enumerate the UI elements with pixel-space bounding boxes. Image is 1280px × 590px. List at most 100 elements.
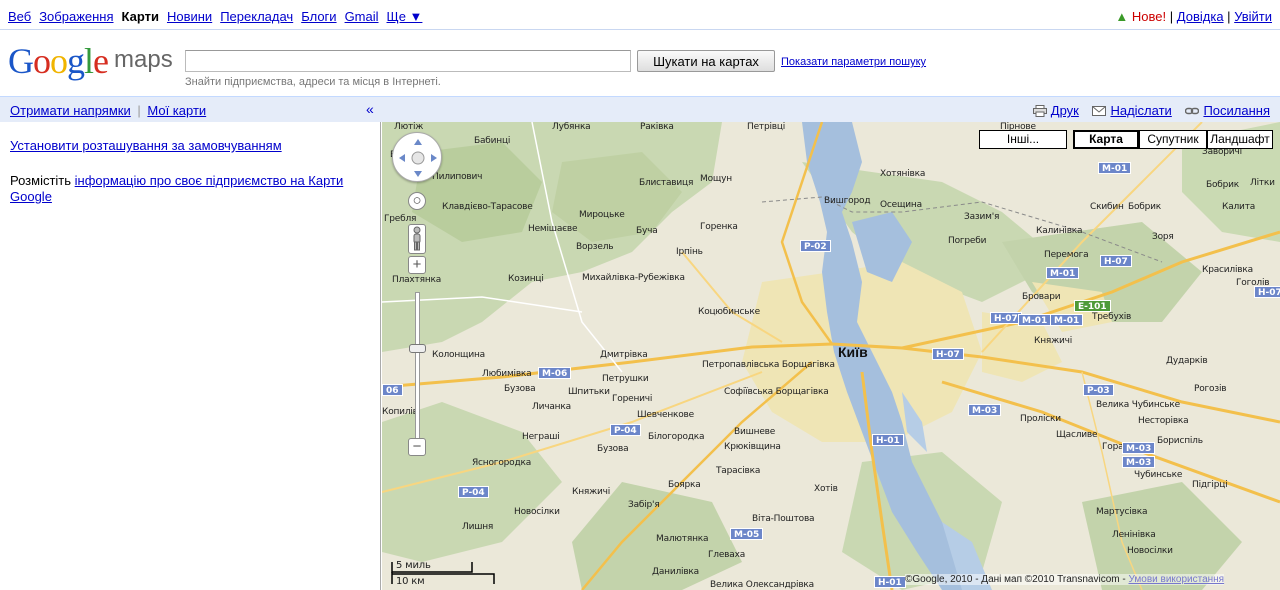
place-label[interactable]: Петропавлівська Борщагівка — [702, 360, 835, 370]
place-label[interactable]: Гора — [1102, 442, 1124, 452]
place-label[interactable]: Калита — [1222, 202, 1255, 212]
top-nav-link[interactable]: Веб — [8, 9, 31, 24]
place-label[interactable]: Дмитрівка — [600, 350, 648, 360]
collapse-panel-icon[interactable]: « — [366, 101, 374, 117]
my-maps-link[interactable]: Мої карти — [147, 103, 206, 118]
place-label[interactable]: Чубинське — [1134, 470, 1182, 480]
place-label[interactable]: Красилівка — [1202, 265, 1253, 275]
place-label[interactable]: Підгірці — [1192, 480, 1228, 490]
place-label[interactable]: Горенка — [700, 222, 738, 232]
place-label[interactable]: Михайлівка-Рубежівка — [582, 273, 685, 283]
pan-control[interactable] — [392, 132, 442, 182]
place-label[interactable]: Бобрик — [1128, 202, 1161, 212]
link-link[interactable]: Посилання — [1203, 103, 1270, 118]
place-label[interactable]: Бориспіль — [1157, 436, 1203, 446]
place-label[interactable]: Хотів — [814, 484, 838, 494]
place-label[interactable]: Крюківщина — [724, 442, 781, 452]
map-type-map-button[interactable]: Карта — [1073, 130, 1139, 149]
top-nav-link[interactable]: Gmail — [345, 9, 379, 24]
place-label[interactable]: Неграші — [522, 432, 560, 442]
top-nav-link[interactable]: Блоги — [301, 9, 336, 24]
place-label[interactable]: Бузова — [597, 444, 629, 454]
new-link[interactable]: Нове! — [1132, 9, 1166, 24]
place-label[interactable]: Рогозів — [1194, 384, 1227, 394]
place-label[interactable]: Зазим'я — [964, 212, 999, 222]
place-label[interactable]: Проліски — [1020, 414, 1061, 424]
place-label[interactable]: Ірпінь — [676, 247, 703, 257]
place-label[interactable]: Віта-Поштова — [752, 514, 815, 524]
more-layers-button[interactable]: Інші... — [979, 130, 1067, 149]
top-nav-link[interactable]: Карти — [122, 9, 159, 24]
place-label[interactable]: Бобрик — [1206, 180, 1239, 190]
link-action[interactable]: Посилання — [1185, 103, 1270, 118]
place-label[interactable]: Требухів — [1092, 312, 1131, 322]
send-action[interactable]: Надіслати — [1092, 103, 1175, 118]
place-label[interactable]: Лишня — [462, 522, 493, 532]
place-label[interactable]: Клавдієво-Тарасове — [442, 202, 533, 212]
help-link[interactable]: Довідка — [1177, 9, 1224, 24]
place-label[interactable]: Мартусівка — [1096, 507, 1147, 517]
top-nav-link[interactable]: Новини — [167, 9, 212, 24]
print-action[interactable]: Друк — [1032, 103, 1083, 118]
place-label[interactable]: Вишгород — [824, 196, 871, 206]
zoom-slider-handle[interactable] — [409, 344, 426, 353]
place-label[interactable]: Мироцьке — [579, 210, 625, 220]
zoom-out-button[interactable]: − — [408, 438, 426, 456]
place-label[interactable]: Немішаєве — [528, 224, 578, 234]
place-label[interactable]: Личанка — [532, 402, 571, 412]
place-label[interactable]: Велика Олександрівка — [710, 580, 814, 590]
set-default-location-link[interactable]: Установити розташування за замовчуванням — [10, 138, 282, 153]
place-label[interactable]: Гореничі — [612, 394, 652, 404]
place-label[interactable]: Княжичі — [1034, 336, 1072, 346]
place-label[interactable]: Колонщина — [432, 350, 485, 360]
place-label[interactable]: Літки — [1250, 178, 1275, 188]
top-nav-link[interactable]: Перекладач — [220, 9, 293, 24]
place-label[interactable]: Ясногородка — [472, 458, 531, 468]
get-directions-link[interactable]: Отримати напрямки — [10, 103, 131, 118]
place-label[interactable]: Лубянка — [552, 122, 591, 132]
place-label[interactable]: Мощун — [700, 174, 732, 184]
street-view-pegman-icon[interactable] — [408, 224, 426, 254]
place-label[interactable]: Скибин — [1090, 202, 1124, 212]
place-label[interactable]: Білогородка — [648, 432, 705, 442]
place-label[interactable]: Лютіж — [394, 122, 423, 132]
place-label[interactable]: Шевченкове — [637, 410, 694, 420]
place-label[interactable]: Бровари — [1022, 292, 1061, 302]
place-label[interactable]: Козинці — [508, 274, 544, 284]
place-label[interactable]: Бабинці — [474, 136, 510, 146]
top-nav-link[interactable]: Зображення — [39, 9, 113, 24]
place-label[interactable]: Велика Чубинське — [1096, 400, 1180, 410]
place-label[interactable]: Данилівка — [652, 567, 699, 577]
place-label[interactable]: Перемога — [1044, 250, 1089, 260]
search-maps-button[interactable]: Шукати на картах — [637, 50, 775, 72]
place-label[interactable]: Вишневе — [734, 427, 775, 437]
send-link[interactable]: Надіслати — [1110, 103, 1171, 118]
place-label[interactable]: Несторівка — [1138, 416, 1189, 426]
map-type-terrain-button[interactable]: Ландшафт — [1207, 130, 1273, 149]
terms-link[interactable]: Умови використання — [1129, 574, 1225, 585]
place-label[interactable]: Новосілки — [514, 507, 560, 517]
place-label[interactable]: Осещина — [880, 200, 922, 210]
place-label[interactable]: Блиставиця — [639, 178, 693, 188]
place-label[interactable]: Бузова — [504, 384, 536, 394]
place-label[interactable]: Боярка — [668, 480, 701, 490]
place-label[interactable]: Ворзель — [576, 242, 614, 252]
print-link[interactable]: Друк — [1051, 103, 1079, 118]
place-label[interactable]: Хотянівка — [880, 169, 925, 179]
map-type-satellite-button[interactable]: Супутник — [1139, 130, 1207, 149]
place-label[interactable]: Малютянка — [656, 534, 709, 544]
place-label[interactable]: Погреби — [948, 236, 986, 246]
place-label[interactable]: Дударків — [1166, 356, 1208, 366]
place-label[interactable]: Буча — [636, 226, 658, 236]
place-label[interactable]: Ленінівка — [1112, 530, 1156, 540]
zoom-in-button[interactable]: + — [408, 256, 426, 274]
google-maps-logo[interactable]: Google maps — [8, 40, 183, 84]
place-label[interactable]: Петрушки — [602, 374, 649, 384]
place-label[interactable]: Новосілки — [1127, 546, 1173, 556]
place-label[interactable]: Княжичі — [572, 487, 610, 497]
place-label[interactable]: Любимівка — [482, 369, 532, 379]
top-nav-link[interactable]: Ще ▼ — [387, 9, 423, 24]
reset-view-icon[interactable]: ○ — [408, 192, 426, 210]
zoom-slider-track[interactable] — [415, 292, 420, 442]
place-label[interactable]: Калинівка — [1036, 226, 1083, 236]
